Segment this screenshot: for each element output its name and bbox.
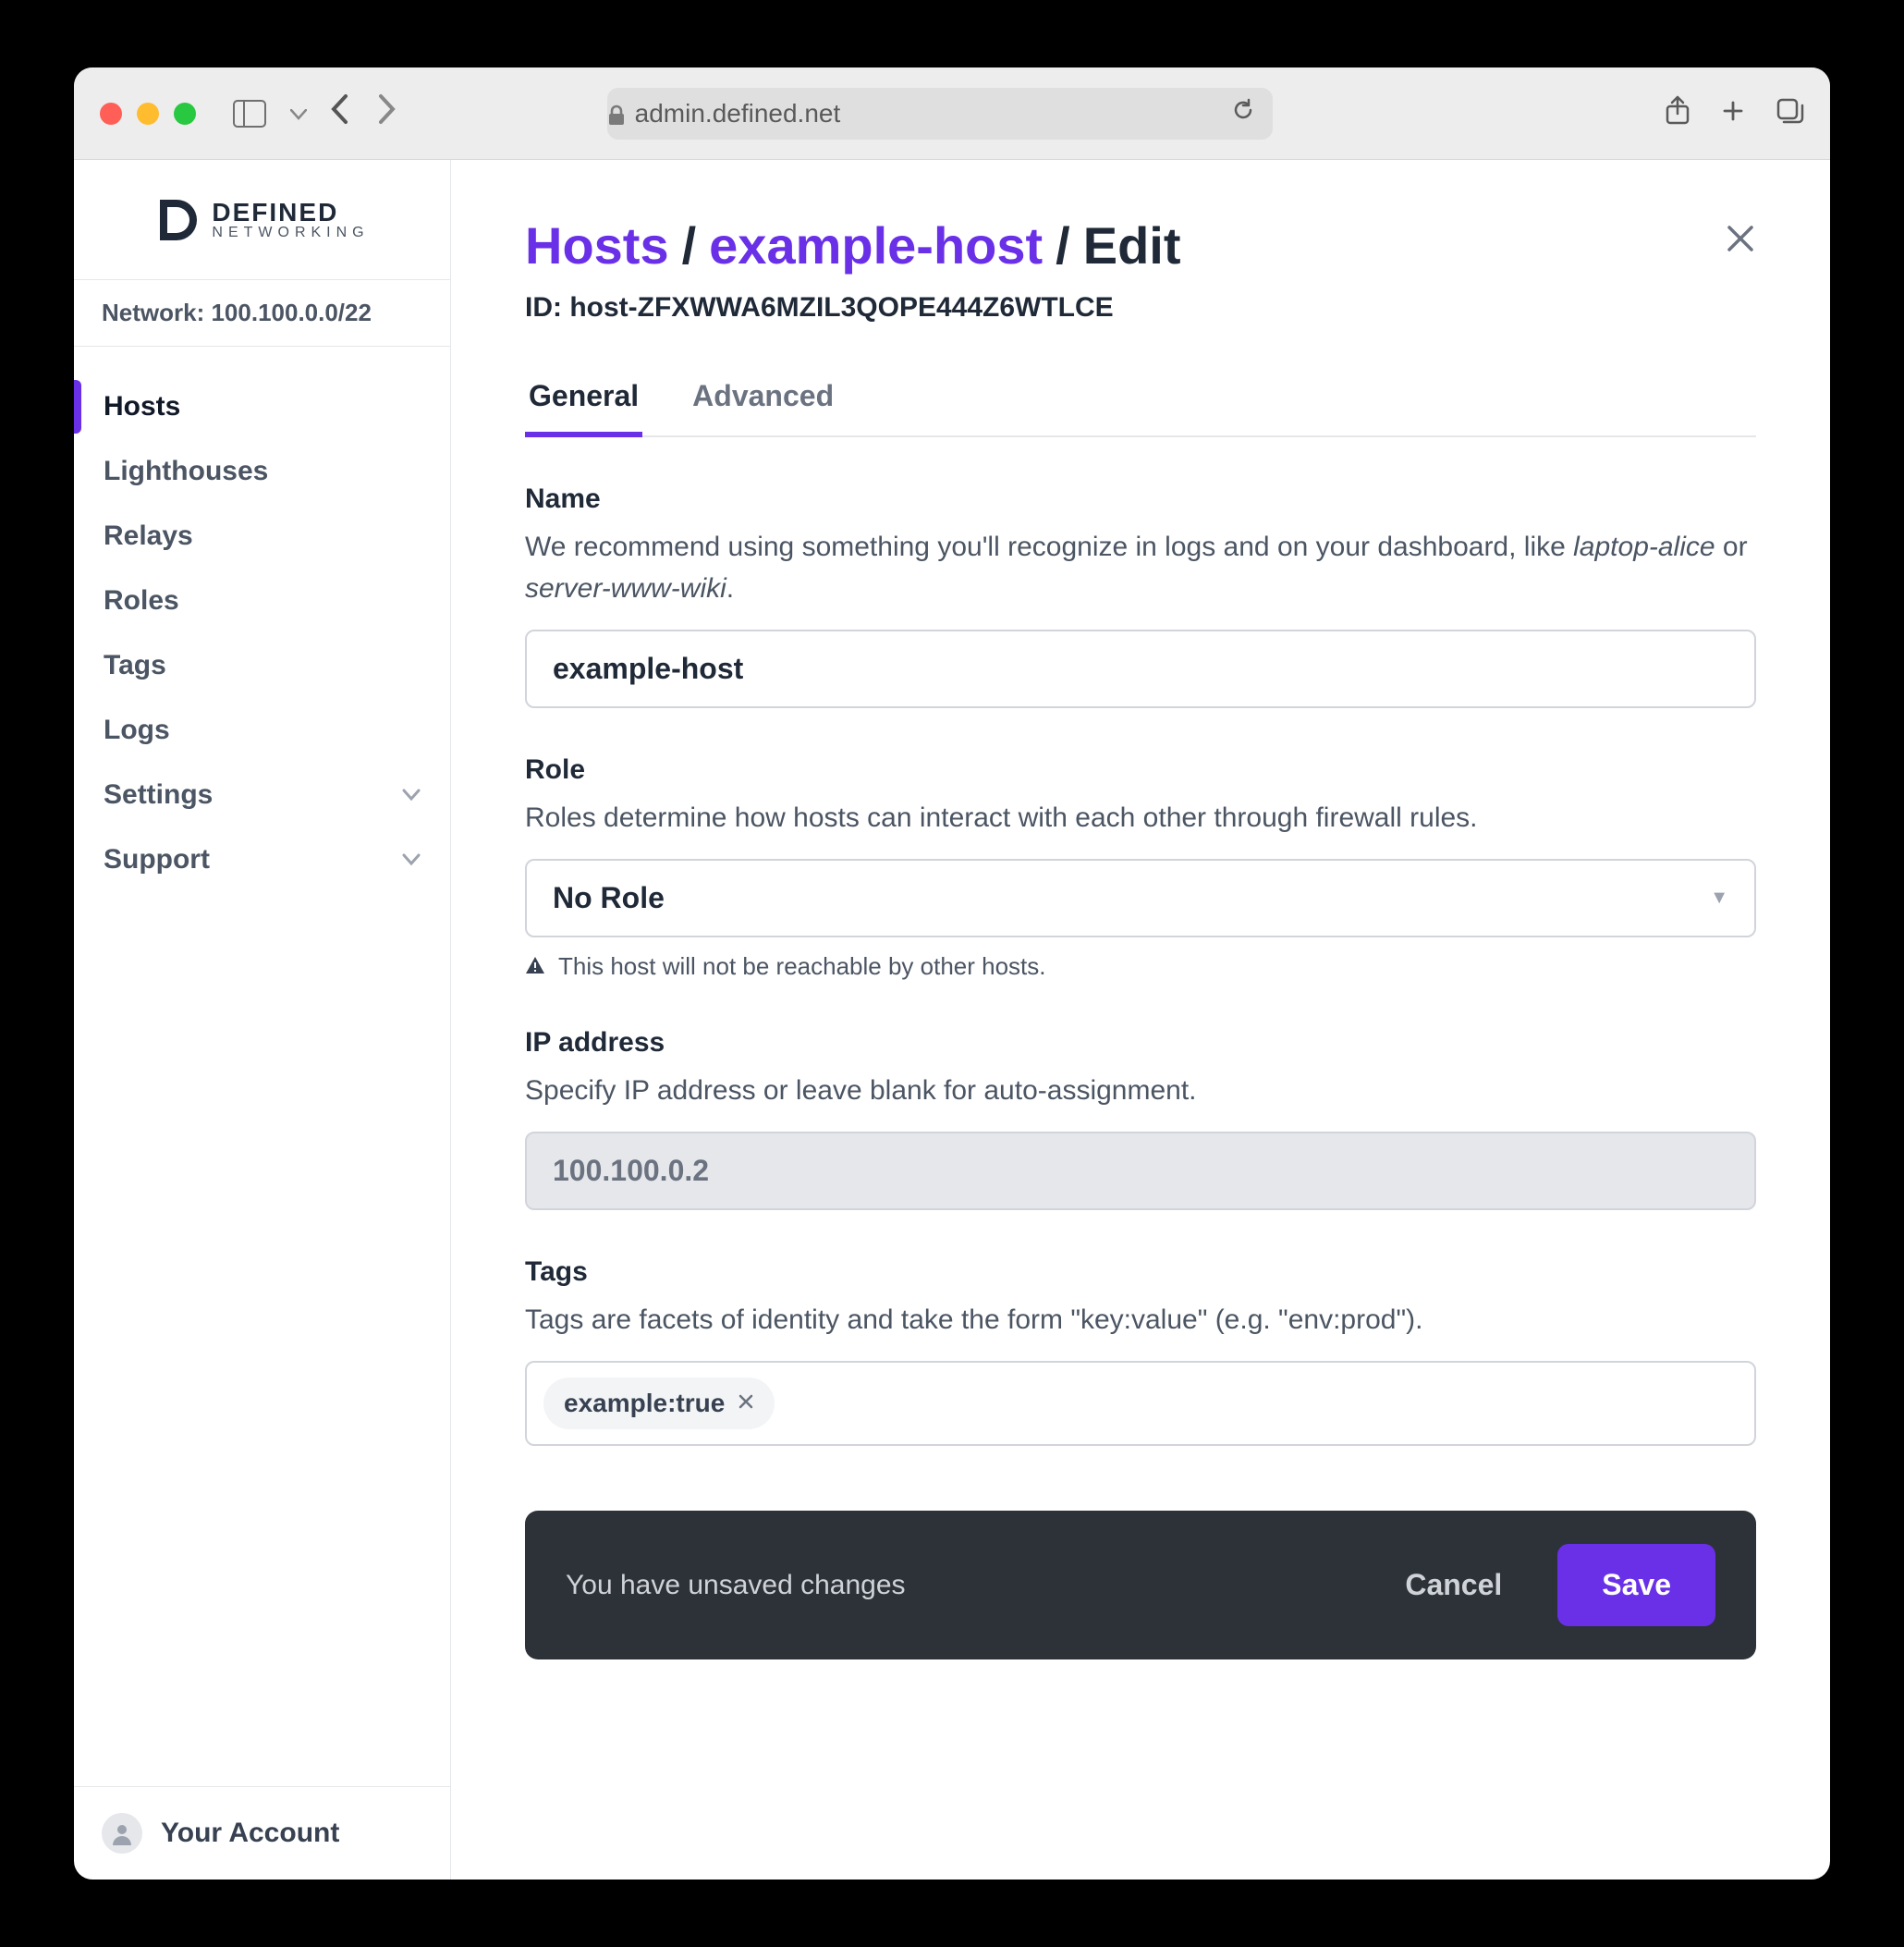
sidebar-item-label: Support — [104, 844, 210, 876]
sidebar-item-roles[interactable]: Roles — [74, 569, 450, 633]
cancel-button[interactable]: Cancel — [1377, 1549, 1530, 1621]
sidebar-toggle-icon[interactable] — [233, 100, 266, 128]
refresh-icon[interactable] — [1230, 97, 1256, 129]
host-id-label: ID: host-ZFXWWA6MZIL3QOPE444Z6WTLCE — [525, 292, 1756, 324]
breadcrumb-leaf: Edit — [1083, 215, 1181, 276]
sidebar-item-label: Relays — [104, 520, 193, 552]
share-icon[interactable] — [1664, 95, 1691, 131]
sidebar: DEFINED NETWORKING Network: 100.100.0.0/… — [74, 160, 451, 1880]
close-icon[interactable] — [1725, 223, 1756, 259]
window-minimize-button[interactable] — [137, 103, 159, 125]
sidebar-item-support[interactable]: Support — [74, 827, 450, 892]
logo-text-bottom: NETWORKING — [212, 226, 369, 240]
sidebar-item-label: Hosts — [104, 391, 180, 422]
tab-general[interactable]: General — [525, 379, 642, 437]
account-footer[interactable]: Your Account — [74, 1786, 450, 1880]
caret-down-icon: ▼ — [1710, 888, 1728, 909]
address-bar[interactable]: admin.defined.net — [607, 88, 1273, 140]
breadcrumb: Hosts / example-host / Edit — [525, 215, 1756, 276]
logo-mark-icon — [154, 194, 197, 246]
field-help: Tags are facets of identity and take the… — [525, 1299, 1756, 1341]
sidebar-item-label: Roles — [104, 585, 179, 617]
save-bar: You have unsaved changes Cancel Save — [525, 1511, 1756, 1659]
field-help: We recommend using something you'll reco… — [525, 526, 1756, 609]
tabs: General Advanced — [525, 379, 1756, 437]
sidebar-nav: Hosts Lighthouses Relays Roles Tags Logs — [74, 347, 450, 1786]
field-ip: IP address Specify IP address or leave b… — [525, 1027, 1756, 1210]
network-label[interactable]: Network: 100.100.0.0/22 — [74, 280, 450, 347]
name-input[interactable] — [525, 630, 1756, 708]
window-maximize-button[interactable] — [174, 103, 196, 125]
role-value: No Role — [553, 881, 665, 915]
warning-text: This host will not be reachable by other… — [558, 952, 1046, 981]
field-label: Role — [525, 754, 1756, 786]
app-content: DEFINED NETWORKING Network: 100.100.0.0/… — [74, 160, 1830, 1880]
tags-input[interactable]: example:true — [525, 1361, 1756, 1446]
nav-back-button[interactable] — [329, 93, 349, 133]
browser-chrome: admin.defined.net — [74, 67, 1830, 160]
field-tags: Tags Tags are facets of identity and tak… — [525, 1256, 1756, 1446]
logo: DEFINED NETWORKING — [74, 160, 450, 280]
sidebar-item-label: Logs — [104, 715, 170, 746]
field-help: Roles determine how hosts can interact w… — [525, 797, 1756, 839]
logo-text-top: DEFINED — [212, 200, 369, 226]
field-label: Name — [525, 484, 1756, 515]
field-role: Role Roles determine how hosts can inter… — [525, 754, 1756, 981]
breadcrumb-root[interactable]: Hosts — [525, 215, 669, 276]
save-button[interactable]: Save — [1557, 1544, 1715, 1626]
unsaved-message: You have unsaved changes — [566, 1570, 1349, 1601]
main-content: Hosts / example-host / Edit ID: host-ZFX… — [451, 160, 1830, 1880]
avatar-icon — [102, 1813, 142, 1854]
sidebar-item-label: Settings — [104, 779, 213, 811]
field-label: Tags — [525, 1256, 1756, 1288]
traffic-lights — [100, 103, 196, 125]
sidebar-item-logs[interactable]: Logs — [74, 698, 450, 763]
sidebar-item-hosts[interactable]: Hosts — [74, 374, 450, 439]
new-tab-icon[interactable] — [1719, 97, 1747, 129]
tag-chip: example:true — [543, 1378, 775, 1429]
tabs-overview-icon[interactable] — [1775, 96, 1804, 130]
role-warning: This host will not be reachable by other… — [525, 952, 1756, 981]
warning-icon — [525, 952, 545, 981]
field-name: Name We recommend using something you'll… — [525, 484, 1756, 708]
address-text: admin.defined.net — [635, 99, 841, 129]
ip-input: 100.100.0.2 — [525, 1132, 1756, 1210]
chevron-down-icon — [402, 782, 421, 808]
tab-advanced[interactable]: Advanced — [689, 379, 837, 437]
breadcrumb-host[interactable]: example-host — [709, 215, 1043, 276]
role-select[interactable]: No Role ▼ — [525, 859, 1756, 937]
browser-window: admin.defined.net — [74, 67, 1830, 1880]
sidebar-item-label: Lighthouses — [104, 456, 268, 487]
account-label: Your Account — [161, 1818, 339, 1849]
lock-icon — [607, 104, 624, 124]
breadcrumb-sep: / — [1056, 215, 1070, 276]
window-close-button[interactable] — [100, 103, 122, 125]
sidebar-item-relays[interactable]: Relays — [74, 504, 450, 569]
field-help: Specify IP address or leave blank for au… — [525, 1070, 1756, 1111]
nav-forward-button[interactable] — [377, 93, 397, 133]
sidebar-item-label: Tags — [104, 650, 166, 681]
breadcrumb-sep: / — [682, 215, 697, 276]
tag-text: example:true — [564, 1389, 725, 1418]
sidebar-item-settings[interactable]: Settings — [74, 763, 450, 827]
sidebar-item-lighthouses[interactable]: Lighthouses — [74, 439, 450, 504]
chevron-down-icon — [402, 847, 421, 873]
chevron-down-icon[interactable] — [290, 102, 307, 126]
tag-remove-icon[interactable] — [738, 1390, 754, 1416]
sidebar-item-tags[interactable]: Tags — [74, 633, 450, 698]
field-label: IP address — [525, 1027, 1756, 1059]
